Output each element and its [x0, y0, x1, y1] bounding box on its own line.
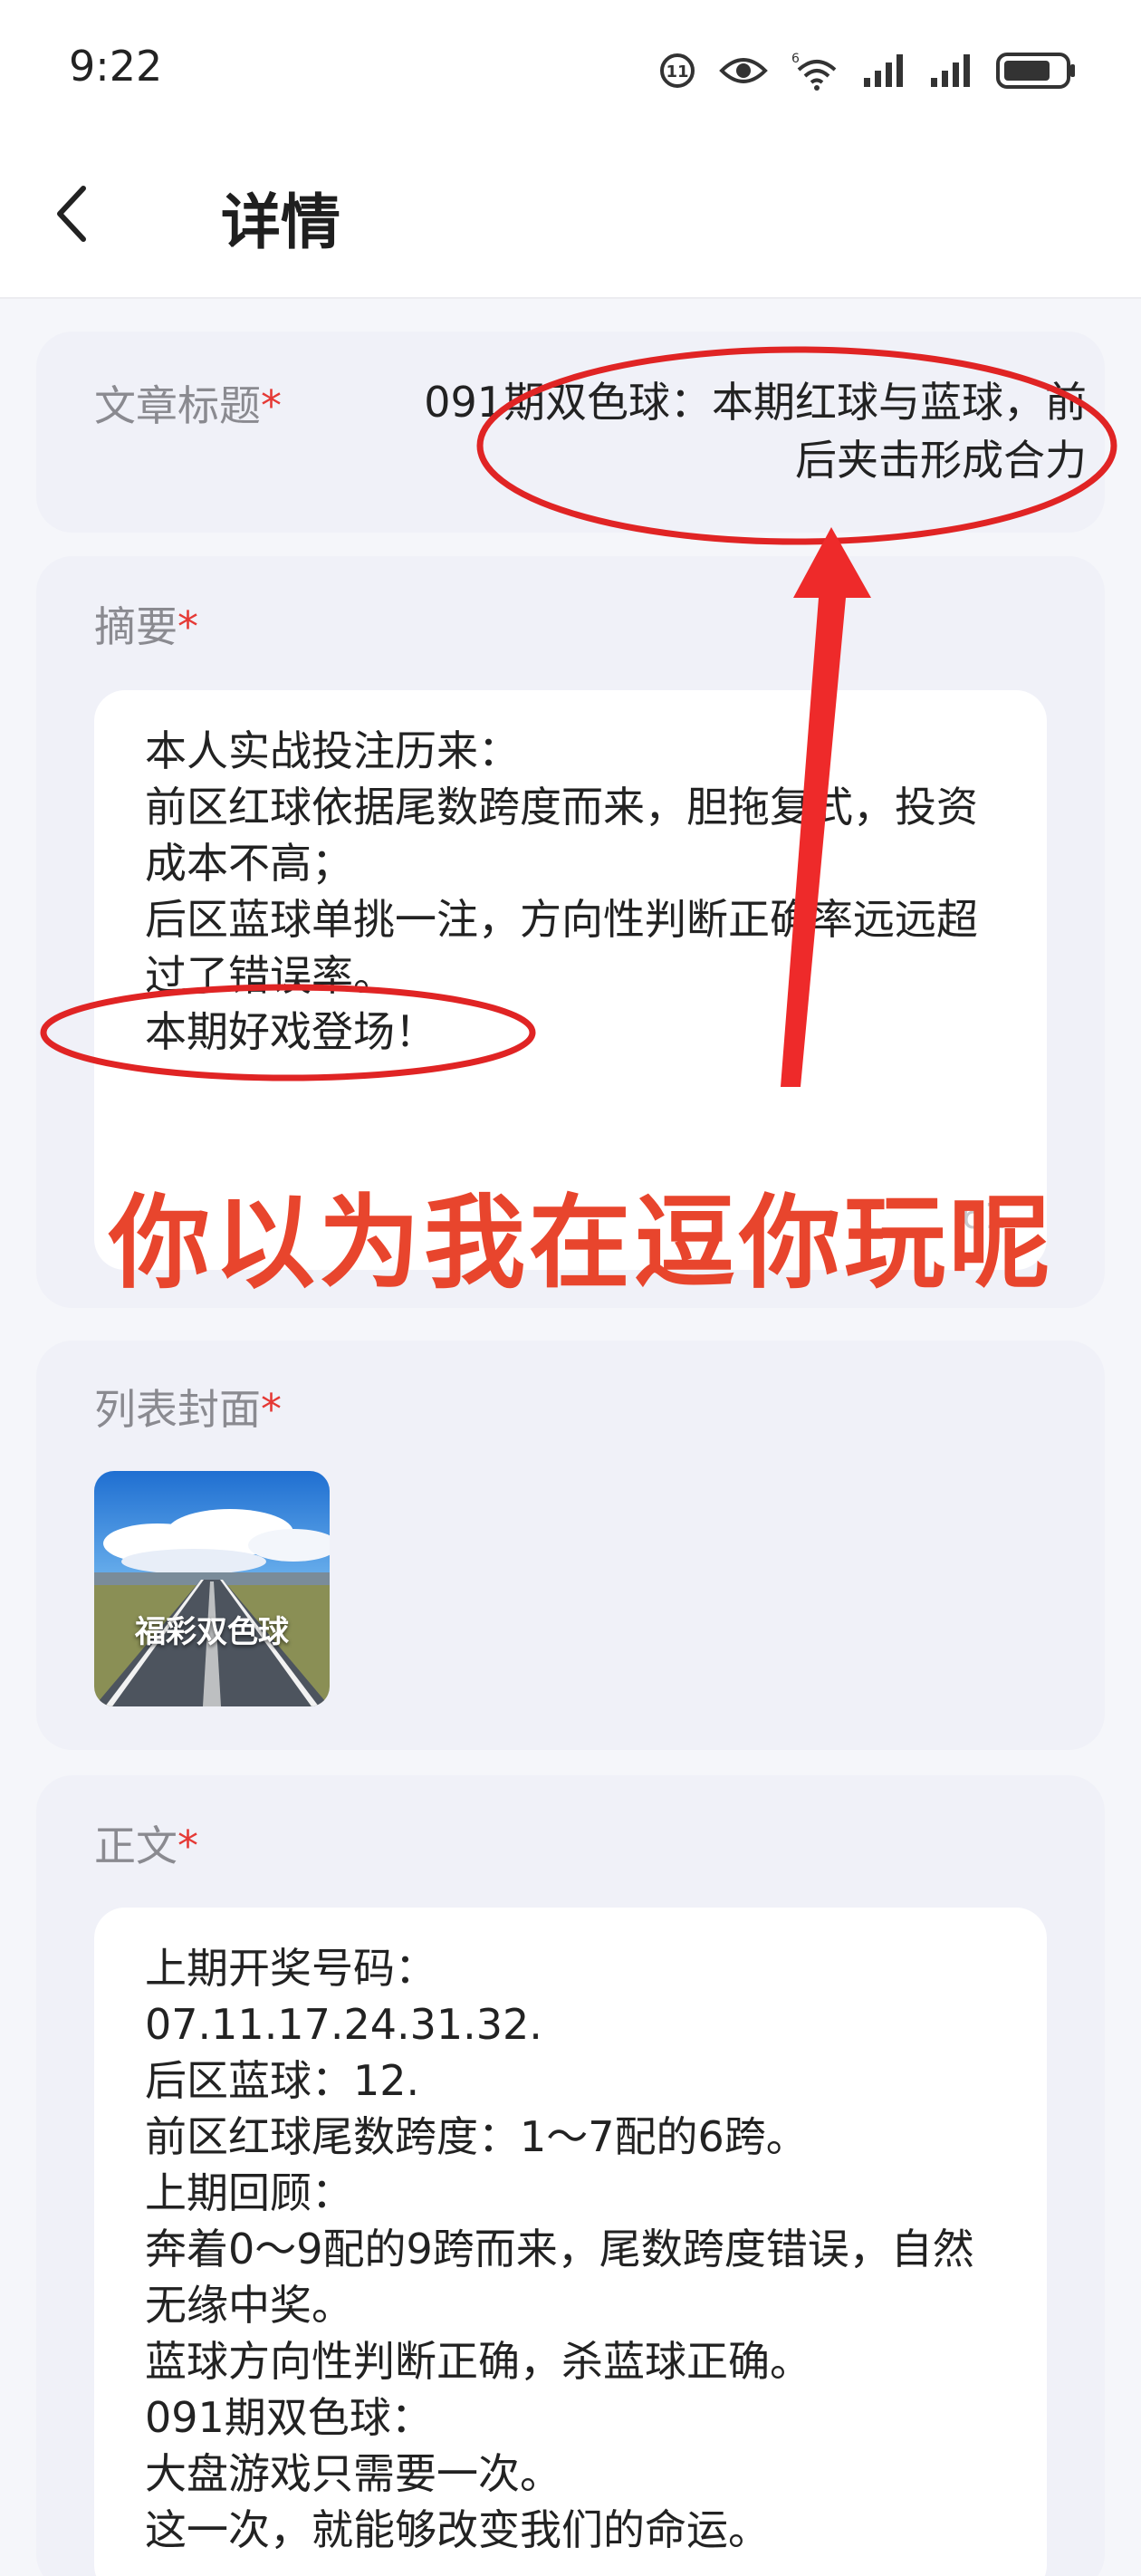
cover-image[interactable]: 福彩双色球 [94, 1471, 330, 1706]
title-field-value[interactable]: 091期双色球：本期红球与蓝球，前后夹击形成合力 [417, 373, 1087, 489]
required-mark: * [177, 602, 198, 651]
summary-text: 本人实战投注历来： 前区红球依据尾数跨度而来，胆拖复式，投资成本不高； 后区蓝球… [145, 726, 978, 1056]
eye-icon [719, 50, 768, 91]
status-time: 9:22 [69, 42, 163, 91]
required-mark: * [177, 1821, 198, 1870]
body-text: 上期开奖号码： 07.11.17.24.31.32. 后区蓝球：12. 前区红球… [145, 1944, 974, 2554]
wifi-badge: 6 [791, 52, 800, 66]
signal-icon [862, 50, 907, 91]
wifi-icon: 6 [790, 50, 840, 91]
cover-field-card: 列表封面* 福彩双色球 [36, 1341, 1105, 1750]
title-field-label: 文章标题* [94, 381, 282, 430]
summary-field-label: 摘要* [94, 602, 198, 651]
body-field-label: 正文* [94, 1821, 198, 1870]
battery-icon [996, 50, 1078, 91]
cover-road-illustration [94, 1471, 330, 1706]
cover-field-label: 列表封面* [94, 1385, 282, 1434]
status-icons: 11 6 [657, 47, 1078, 94]
nav-bar: 详情 [0, 136, 1141, 299]
body-field-card: 正文* 上期开奖号码： 07.11.17.24.31.32. 后区蓝球：12. … [36, 1775, 1105, 2576]
back-icon[interactable] [47, 178, 101, 250]
alarm-icon: 11 [657, 50, 697, 91]
svg-text:11: 11 [666, 62, 688, 82]
page-title: 详情 [221, 187, 340, 257]
cover-caption: 福彩双色球 [135, 1614, 289, 1650]
status-bar: 9:22 11 6 [0, 0, 1141, 136]
signal-icon [929, 50, 974, 91]
meme-caption: 你以为我在逗你玩呢 [109, 1185, 1054, 1302]
required-mark: * [261, 381, 282, 430]
title-field-card: 文章标题* 091期双色球：本期红球与蓝球，前后夹击形成合力 [36, 332, 1105, 533]
body-textarea[interactable]: 上期开奖号码： 07.11.17.24.31.32. 后区蓝球：12. 前区红球… [94, 1908, 1047, 2576]
required-mark: * [261, 1385, 282, 1434]
